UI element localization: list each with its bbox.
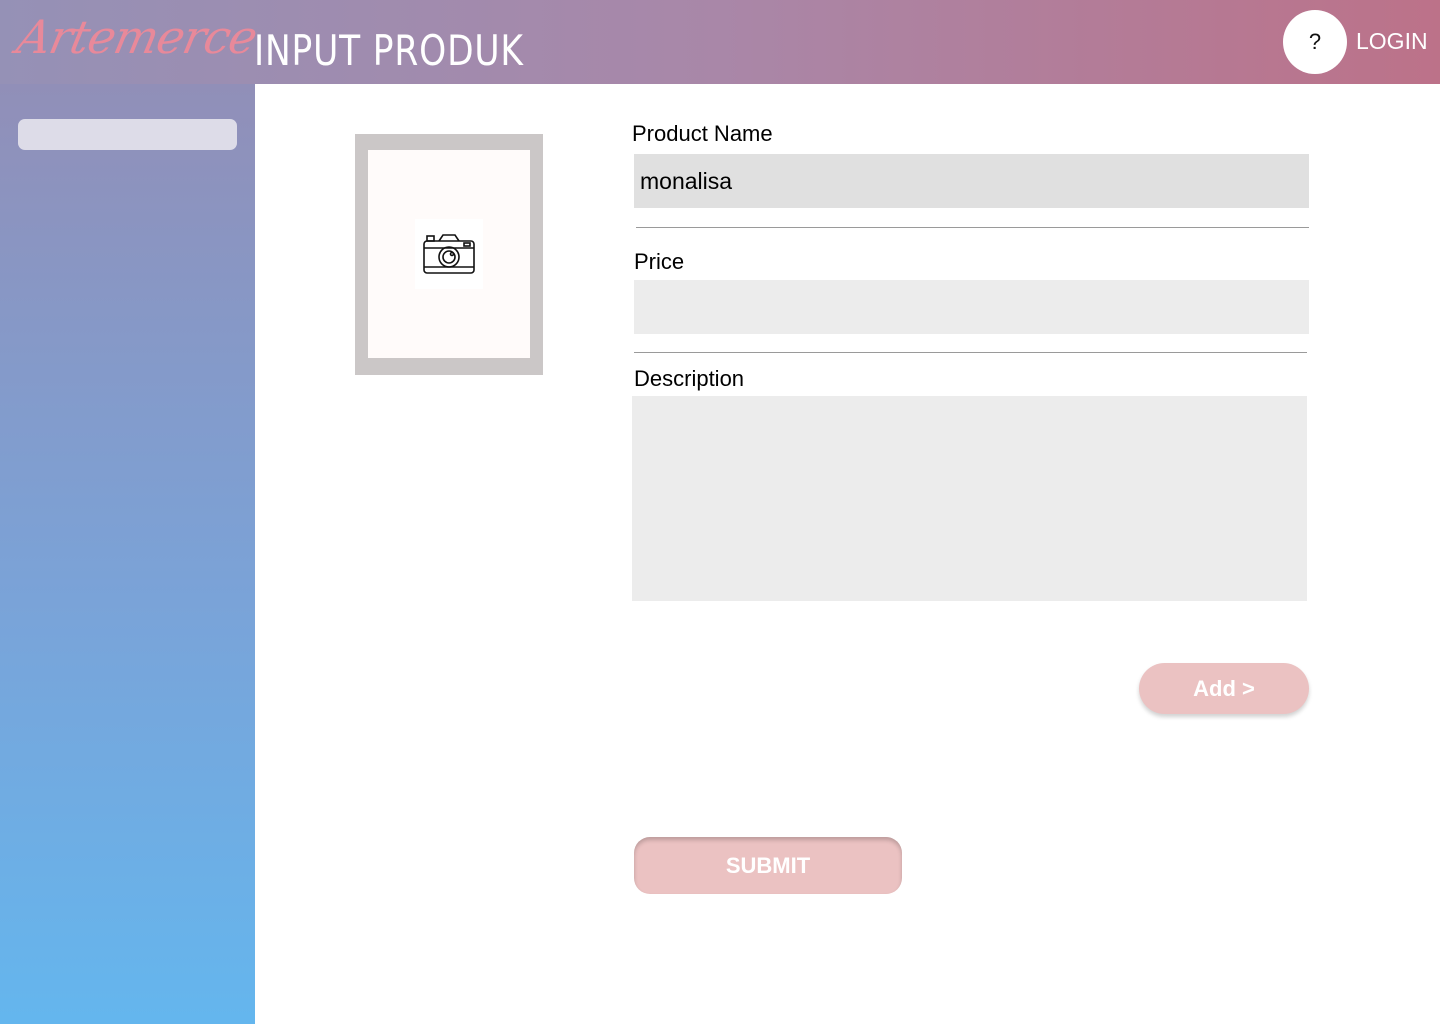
login-link[interactable]: LOGIN [1356, 28, 1428, 56]
sidebar [0, 84, 255, 1024]
divider [636, 227, 1309, 228]
submit-button[interactable]: SUBMIT [634, 837, 902, 894]
product-name-input[interactable] [634, 154, 1309, 208]
product-name-label: Product Name [632, 121, 773, 146]
help-button[interactable]: ? [1283, 10, 1347, 74]
sidebar-search-input[interactable] [18, 119, 237, 150]
camera-icon[interactable] [415, 219, 483, 289]
image-placeholder [368, 150, 530, 358]
divider [634, 352, 1307, 353]
price-input[interactable] [634, 280, 1309, 334]
product-image-upload[interactable] [355, 134, 543, 375]
price-label: Price [634, 249, 685, 274]
brand-logo[interactable]: Artemerce [12, 10, 261, 64]
header-bar: Artemerce INPUT PRODUK ? LOGIN [0, 0, 1440, 84]
page: Artemerce INPUT PRODUK ? LOGIN Product N… [0, 0, 1440, 1024]
page-title: INPUT PRODUK [254, 26, 524, 75]
add-button[interactable]: Add > [1139, 663, 1309, 714]
description-textarea[interactable] [632, 396, 1307, 601]
description-label: Description [634, 366, 745, 391]
